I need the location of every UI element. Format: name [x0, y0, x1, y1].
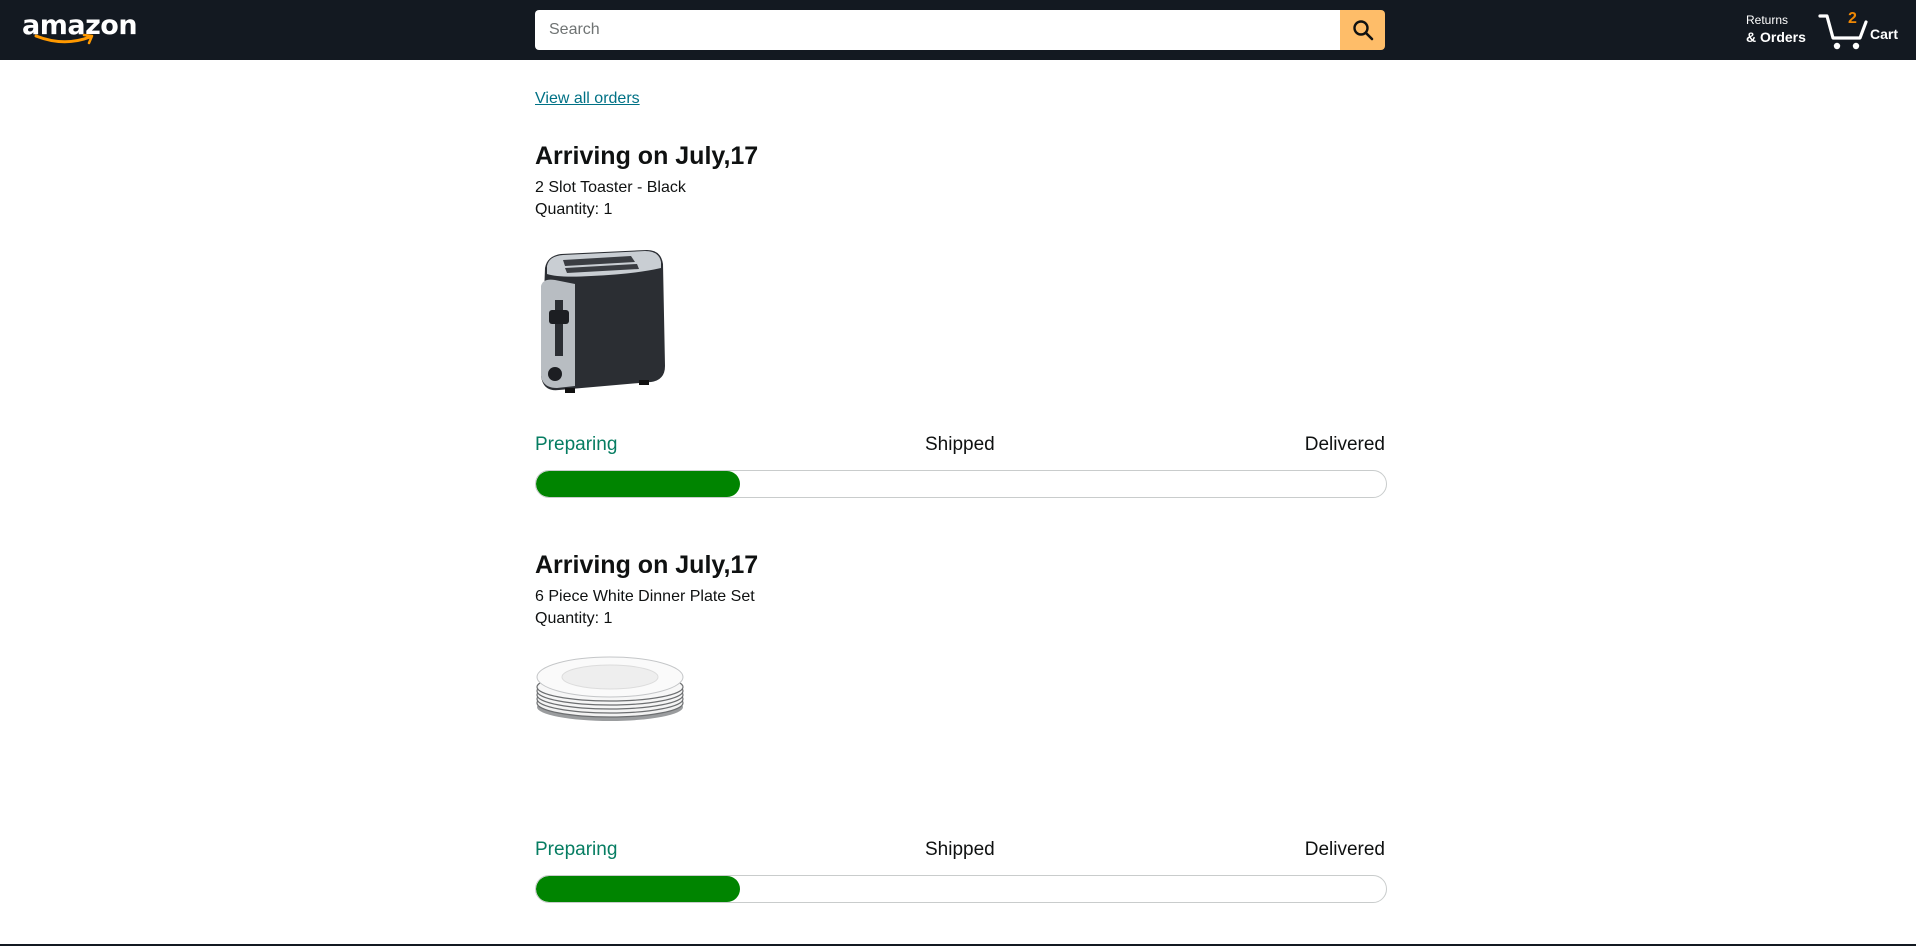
stage-delivered: Delivered: [1304, 839, 1385, 860]
order-arrival-title: Arriving on July,17: [535, 142, 759, 170]
stage-delivered: Delivered: [1304, 434, 1385, 455]
stage-shipped: Shipped: [925, 434, 995, 455]
order-progress-fill: [536, 471, 740, 497]
returns-label: Returns: [1746, 13, 1789, 27]
view-all-orders-link[interactable]: View all orders: [535, 90, 640, 108]
order-quantity: Quantity: 1: [535, 201, 613, 218]
amazon-logo[interactable]: amazon: [20, 9, 138, 49]
order-item-name: 2 Slot Toaster - Black: [535, 179, 686, 196]
order-progress-bar: [535, 470, 1387, 498]
cart-button[interactable]: 2 Cart: [1818, 8, 1908, 52]
stage-shipped: Shipped: [925, 839, 995, 860]
toaster-image[interactable]: [535, 246, 667, 398]
order-item-name: 6 Piece White Dinner Plate Set: [535, 588, 755, 605]
order-arrival-title: Arriving on July,17: [535, 551, 759, 579]
top-nav-bar: amazon Returns & Orders 2 Cart: [0, 0, 1916, 60]
stage-preparing: Preparing: [535, 434, 618, 455]
cart-icon: [1818, 14, 1868, 50]
stage-preparing: Preparing: [535, 839, 618, 860]
order-progress-fill: [536, 876, 740, 902]
cart-label: Cart: [1870, 26, 1899, 42]
search-bar: [535, 10, 1385, 50]
returns-and-orders-link[interactable]: Returns & Orders: [1746, 12, 1806, 46]
order-quantity: Quantity: 1: [535, 610, 613, 627]
dinner-plates-image[interactable]: [535, 655, 685, 723]
cart-count-badge: 2: [1848, 10, 1857, 27]
search-input[interactable]: [535, 10, 1340, 50]
search-icon: [1352, 20, 1373, 41]
order-progress-bar: [535, 875, 1387, 903]
search-button[interactable]: [1340, 10, 1385, 50]
logo-smile-icon: [34, 33, 94, 45]
orders-label: & Orders: [1746, 29, 1806, 45]
